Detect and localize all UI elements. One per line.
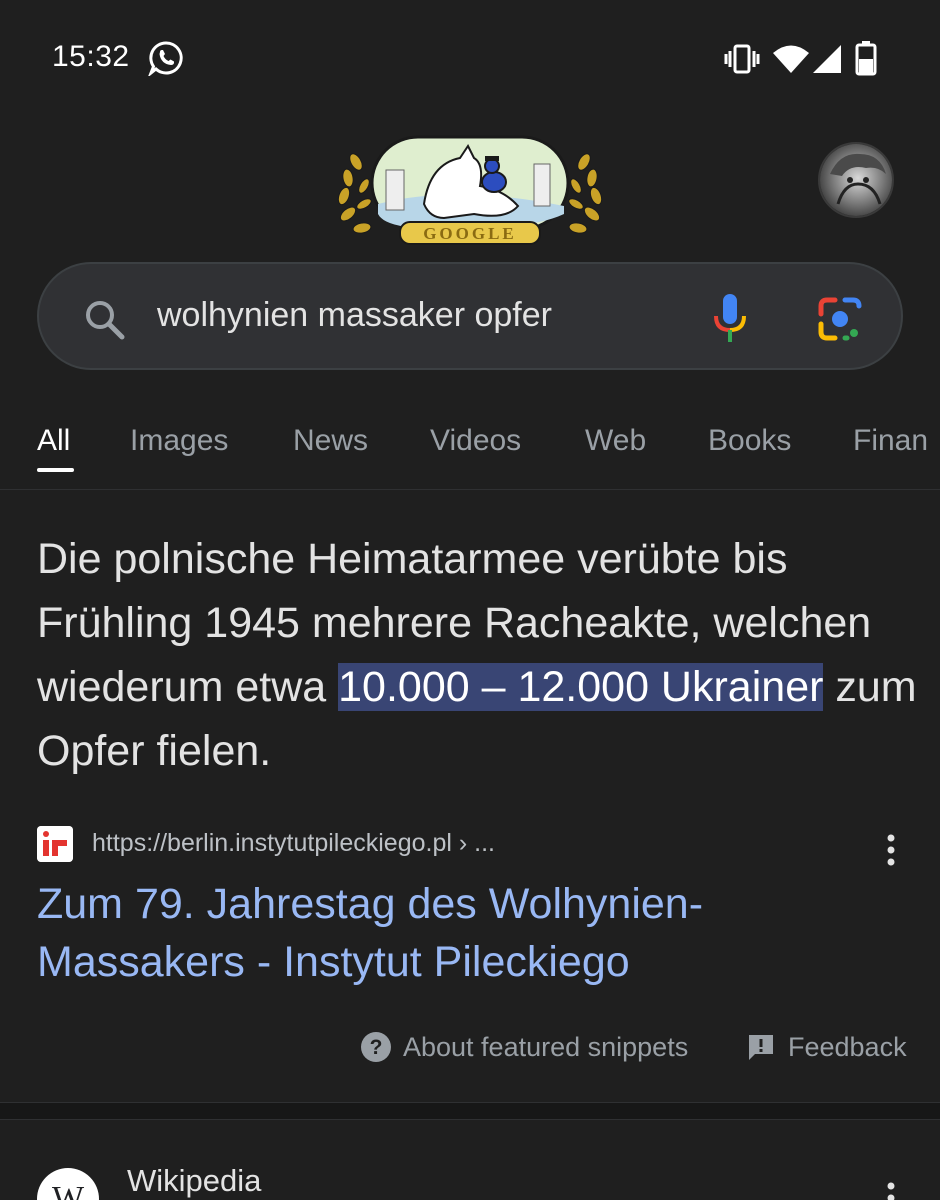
wikipedia-favicon[interactable]: W bbox=[37, 1168, 99, 1200]
google-doodle[interactable]: GOOGLE bbox=[334, 134, 606, 248]
tab-images[interactable]: Images bbox=[130, 424, 228, 458]
battery-icon bbox=[855, 41, 877, 76]
tab-news[interactable]: News bbox=[293, 424, 368, 458]
feedback-icon[interactable] bbox=[746, 1032, 776, 1062]
featured-snippet-text: Die polnische Heimatarmee verübte bis Fr… bbox=[37, 527, 917, 783]
snippet-highlight: 10.000 – 12.000 Ukrainer bbox=[338, 663, 824, 711]
more-options-icon[interactable] bbox=[880, 1180, 902, 1200]
search-box[interactable]: wolhynien massaker opfer bbox=[37, 262, 903, 370]
status-bar: 15:32 bbox=[0, 0, 940, 115]
avatar-image bbox=[820, 144, 892, 216]
search-input[interactable]: wolhynien massaker opfer bbox=[157, 296, 552, 335]
feedback-link[interactable]: Feedback bbox=[788, 1032, 907, 1063]
result-site-name[interactable]: Wikipedia bbox=[127, 1163, 261, 1199]
vibrate-icon bbox=[724, 44, 760, 74]
search-tabs: All Images News Videos Web Books Finan bbox=[0, 410, 940, 490]
laurel-left bbox=[337, 153, 372, 234]
mic-icon[interactable] bbox=[711, 292, 749, 344]
tab-active-indicator bbox=[37, 468, 74, 472]
section-divider bbox=[0, 1102, 940, 1120]
tab-finance[interactable]: Finan bbox=[853, 424, 928, 458]
more-options-icon[interactable] bbox=[880, 832, 902, 868]
svg-text:?: ? bbox=[370, 1036, 383, 1059]
signal-icon bbox=[813, 45, 841, 73]
result-title-link[interactable]: Zum 79. Jahrestag des Wolhynien-Massaker… bbox=[37, 875, 897, 991]
status-time: 15:32 bbox=[52, 40, 130, 73]
whatsapp-icon bbox=[148, 41, 183, 76]
tab-videos[interactable]: Videos bbox=[430, 424, 521, 458]
profile-avatar[interactable] bbox=[818, 142, 894, 218]
search-icon[interactable] bbox=[83, 298, 125, 340]
source-favicon[interactable] bbox=[37, 826, 73, 862]
doodle-label: GOOGLE bbox=[423, 224, 517, 243]
help-icon[interactable]: ? bbox=[360, 1031, 392, 1063]
laurel-right bbox=[568, 153, 603, 234]
about-featured-snippets-link[interactable]: About featured snippets bbox=[403, 1032, 688, 1063]
wifi-icon bbox=[773, 45, 809, 73]
tab-web[interactable]: Web bbox=[585, 424, 646, 458]
source-url[interactable]: https://berlin.instytutpileckiego.pl › .… bbox=[92, 829, 495, 858]
tab-books[interactable]: Books bbox=[708, 424, 791, 458]
tab-all[interactable]: All bbox=[37, 424, 70, 458]
lens-icon[interactable] bbox=[817, 296, 863, 342]
